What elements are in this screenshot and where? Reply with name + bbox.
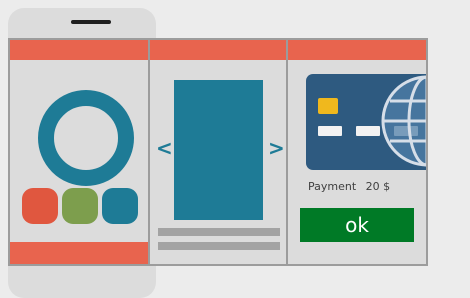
text-placeholder-line xyxy=(158,228,280,236)
text-placeholder-line xyxy=(158,242,280,250)
next-arrow-icon[interactable]: > xyxy=(268,138,285,158)
color-swatch-green[interactable] xyxy=(62,188,98,224)
phone-speaker xyxy=(71,20,111,24)
ok-button[interactable]: ok xyxy=(300,208,414,242)
checkout-flow: < > Payment 20 $ ok xyxy=(8,38,428,266)
panel-carousel: < > xyxy=(150,40,286,264)
panel-footer xyxy=(10,242,148,264)
payment-amount: 20 $ xyxy=(365,180,391,193)
panel-header xyxy=(150,40,286,60)
color-swatch-teal[interactable] xyxy=(102,188,138,224)
prev-arrow-icon[interactable]: < xyxy=(156,138,173,158)
card-number-block xyxy=(318,126,342,136)
panel-payment: Payment 20 $ ok xyxy=(288,40,426,264)
card-number-block xyxy=(356,126,380,136)
globe-icon xyxy=(381,75,426,167)
carousel-slide xyxy=(174,80,263,220)
panel-header xyxy=(288,40,426,60)
payment-label: Payment xyxy=(308,180,357,193)
color-swatch-orange[interactable] xyxy=(22,188,58,224)
panel-header xyxy=(10,40,148,60)
chip-icon xyxy=(318,98,338,114)
ring-icon xyxy=(38,90,134,186)
payment-summary: Payment 20 $ xyxy=(308,180,396,193)
panel-home xyxy=(10,40,148,264)
